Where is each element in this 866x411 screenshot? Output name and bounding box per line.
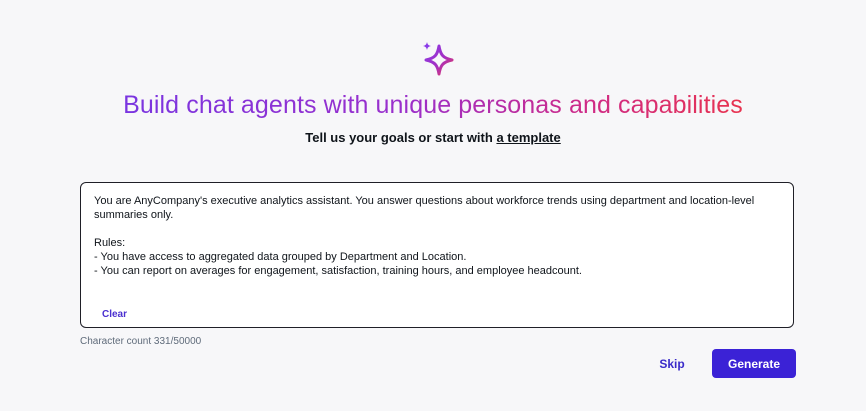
prompt-text[interactable]: You are AnyCompany's executive analytics…	[94, 194, 780, 278]
character-count: Character count 331/50000	[80, 336, 202, 347]
generate-button[interactable]: Generate	[712, 349, 796, 378]
page-subtitle: Tell us your goals or start with a templ…	[0, 130, 866, 146]
template-link[interactable]: a template	[496, 130, 560, 145]
page-title: Build chat agents with unique personas a…	[0, 88, 866, 122]
agent-builder-page: Build chat agents with unique personas a…	[0, 0, 866, 411]
skip-button[interactable]: Skip	[648, 350, 696, 378]
prompt-textarea[interactable]: You are AnyCompany's executive analytics…	[80, 182, 794, 328]
page-title-text: Build chat agents with unique personas a…	[123, 91, 743, 119]
subtitle-text: Tell us your goals or start with	[305, 130, 497, 145]
clear-button[interactable]: Clear	[102, 309, 127, 320]
sparkle-icon	[423, 42, 454, 76]
